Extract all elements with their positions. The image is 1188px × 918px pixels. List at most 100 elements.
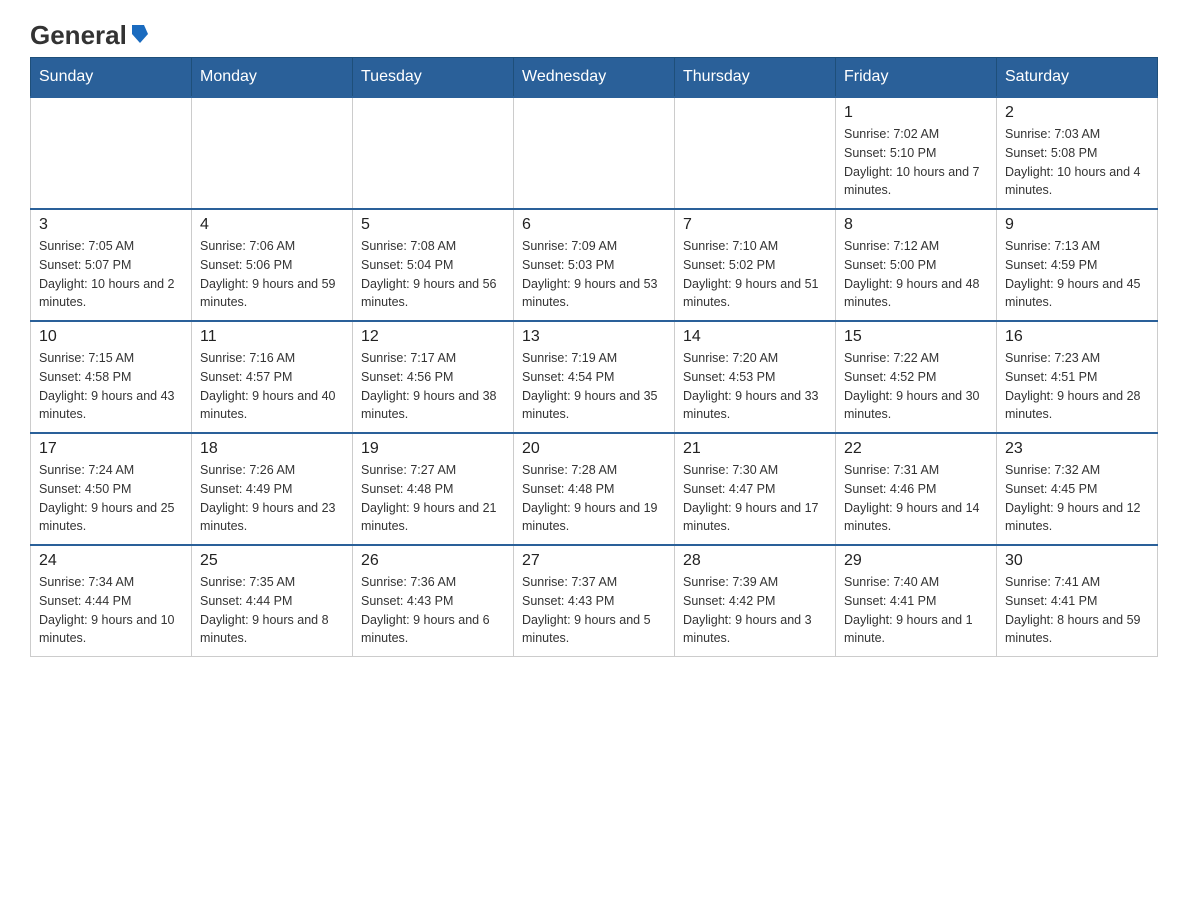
calendar-cell: 21 Sunrise: 7:30 AMSunset: 4:47 PMDayligh… bbox=[675, 433, 836, 545]
calendar-cell: 3 Sunrise: 7:05 AMSunset: 5:07 PMDaylight… bbox=[31, 209, 192, 321]
day-number: 5 bbox=[361, 216, 505, 234]
day-number: 7 bbox=[683, 216, 827, 234]
day-number: 11 bbox=[200, 328, 344, 346]
column-header-thursday: Thursday bbox=[675, 58, 836, 98]
calendar-cell bbox=[31, 97, 192, 209]
day-info: Sunrise: 7:34 AMSunset: 4:44 PMDaylight:… bbox=[39, 573, 183, 648]
calendar-week-row: 1 Sunrise: 7:02 AMSunset: 5:10 PMDaylight… bbox=[31, 97, 1158, 209]
calendar-cell: 18 Sunrise: 7:26 AMSunset: 4:49 PMDayligh… bbox=[192, 433, 353, 545]
day-number: 30 bbox=[1005, 552, 1149, 570]
day-number: 2 bbox=[1005, 104, 1149, 122]
day-number: 15 bbox=[844, 328, 988, 346]
day-number: 18 bbox=[200, 440, 344, 458]
column-header-saturday: Saturday bbox=[997, 58, 1158, 98]
day-info: Sunrise: 7:39 AMSunset: 4:42 PMDaylight:… bbox=[683, 573, 827, 648]
day-info: Sunrise: 7:02 AMSunset: 5:10 PMDaylight:… bbox=[844, 125, 988, 200]
calendar-cell: 10 Sunrise: 7:15 AMSunset: 4:58 PMDayligh… bbox=[31, 321, 192, 433]
day-number: 24 bbox=[39, 552, 183, 570]
calendar-cell: 15 Sunrise: 7:22 AMSunset: 4:52 PMDayligh… bbox=[836, 321, 997, 433]
calendar-cell: 5Sunrise: 7:08 AMSunset: 5:04 PMDaylight… bbox=[353, 209, 514, 321]
calendar-cell: 14 Sunrise: 7:20 AMSunset: 4:53 PMDayligh… bbox=[675, 321, 836, 433]
calendar-cell bbox=[675, 97, 836, 209]
calendar-table: SundayMondayTuesdayWednesdayThursdayFrid… bbox=[30, 57, 1158, 657]
day-info: Sunrise: 7:36 AMSunset: 4:43 PMDaylight:… bbox=[361, 573, 505, 648]
day-info: Sunrise: 7:19 AMSunset: 4:54 PMDaylight:… bbox=[522, 349, 666, 424]
day-number: 6 bbox=[522, 216, 666, 234]
day-number: 10 bbox=[39, 328, 183, 346]
day-info: Sunrise: 7:26 AMSunset: 4:49 PMDaylight:… bbox=[200, 461, 344, 536]
logo-line1: General bbox=[30, 20, 151, 51]
day-number: 21 bbox=[683, 440, 827, 458]
column-header-wednesday: Wednesday bbox=[514, 58, 675, 98]
calendar-cell: 23 Sunrise: 7:32 AMSunset: 4:45 PMDayligh… bbox=[997, 433, 1158, 545]
day-number: 25 bbox=[200, 552, 344, 570]
day-number: 8 bbox=[844, 216, 988, 234]
day-info: Sunrise: 7:23 AMSunset: 4:51 PMDaylight:… bbox=[1005, 349, 1149, 424]
calendar-cell bbox=[514, 97, 675, 209]
day-info: Sunrise: 7:10 AMSunset: 5:02 PMDaylight:… bbox=[683, 237, 827, 312]
calendar-cell bbox=[353, 97, 514, 209]
column-header-sunday: Sunday bbox=[31, 58, 192, 98]
column-header-friday: Friday bbox=[836, 58, 997, 98]
calendar-cell: 8 Sunrise: 7:12 AMSunset: 5:00 PMDaylight… bbox=[836, 209, 997, 321]
day-info: Sunrise: 7:16 AMSunset: 4:57 PMDaylight:… bbox=[200, 349, 344, 424]
day-number: 14 bbox=[683, 328, 827, 346]
day-info: Sunrise: 7:03 AMSunset: 5:08 PMDaylight:… bbox=[1005, 125, 1149, 200]
day-number: 17 bbox=[39, 440, 183, 458]
logo: General bbox=[30, 20, 151, 47]
day-info: Sunrise: 7:20 AMSunset: 4:53 PMDaylight:… bbox=[683, 349, 827, 424]
day-number: 13 bbox=[522, 328, 666, 346]
calendar-week-row: 3 Sunrise: 7:05 AMSunset: 5:07 PMDaylight… bbox=[31, 209, 1158, 321]
calendar-week-row: 17 Sunrise: 7:24 AMSunset: 4:50 PMDayligh… bbox=[31, 433, 1158, 545]
day-info: Sunrise: 7:13 AMSunset: 4:59 PMDaylight:… bbox=[1005, 237, 1149, 312]
day-number: 27 bbox=[522, 552, 666, 570]
calendar-cell: 27 Sunrise: 7:37 AMSunset: 4:43 PMDayligh… bbox=[514, 545, 675, 657]
calendar-cell: 29 Sunrise: 7:40 AMSunset: 4:41 PMDayligh… bbox=[836, 545, 997, 657]
calendar-cell: 11 Sunrise: 7:16 AMSunset: 4:57 PMDayligh… bbox=[192, 321, 353, 433]
calendar-cell: 4Sunrise: 7:06 AMSunset: 5:06 PMDaylight… bbox=[192, 209, 353, 321]
calendar-cell: 2 Sunrise: 7:03 AMSunset: 5:08 PMDaylight… bbox=[997, 97, 1158, 209]
day-info: Sunrise: 7:32 AMSunset: 4:45 PMDaylight:… bbox=[1005, 461, 1149, 536]
calendar-cell: 20Sunrise: 7:28 AMSunset: 4:48 PMDayligh… bbox=[514, 433, 675, 545]
calendar-week-row: 24 Sunrise: 7:34 AMSunset: 4:44 PMDayligh… bbox=[31, 545, 1158, 657]
day-info: Sunrise: 7:28 AMSunset: 4:48 PMDaylight:… bbox=[522, 461, 666, 536]
column-header-monday: Monday bbox=[192, 58, 353, 98]
day-info: Sunrise: 7:37 AMSunset: 4:43 PMDaylight:… bbox=[522, 573, 666, 648]
day-number: 16 bbox=[1005, 328, 1149, 346]
calendar-cell: 28Sunrise: 7:39 AMSunset: 4:42 PMDayligh… bbox=[675, 545, 836, 657]
calendar-cell: 17 Sunrise: 7:24 AMSunset: 4:50 PMDayligh… bbox=[31, 433, 192, 545]
logo-general-text: General bbox=[30, 20, 127, 51]
day-info: Sunrise: 7:15 AMSunset: 4:58 PMDaylight:… bbox=[39, 349, 183, 424]
calendar-cell: 12Sunrise: 7:17 AMSunset: 4:56 PMDayligh… bbox=[353, 321, 514, 433]
day-number: 26 bbox=[361, 552, 505, 570]
day-number: 12 bbox=[361, 328, 505, 346]
calendar-week-row: 10 Sunrise: 7:15 AMSunset: 4:58 PMDayligh… bbox=[31, 321, 1158, 433]
calendar-cell: 26 Sunrise: 7:36 AMSunset: 4:43 PMDayligh… bbox=[353, 545, 514, 657]
logo-arrow-icon bbox=[129, 23, 151, 45]
calendar-cell: 30Sunrise: 7:41 AMSunset: 4:41 PMDayligh… bbox=[997, 545, 1158, 657]
calendar-cell: 22Sunrise: 7:31 AMSunset: 4:46 PMDayligh… bbox=[836, 433, 997, 545]
page-header: General bbox=[30, 20, 1158, 47]
calendar-cell: 13 Sunrise: 7:19 AMSunset: 4:54 PMDayligh… bbox=[514, 321, 675, 433]
day-number: 4 bbox=[200, 216, 344, 234]
column-header-tuesday: Tuesday bbox=[353, 58, 514, 98]
day-info: Sunrise: 7:30 AMSunset: 4:47 PMDaylight:… bbox=[683, 461, 827, 536]
day-number: 29 bbox=[844, 552, 988, 570]
day-info: Sunrise: 7:05 AMSunset: 5:07 PMDaylight:… bbox=[39, 237, 183, 312]
calendar-cell: 1 Sunrise: 7:02 AMSunset: 5:10 PMDaylight… bbox=[836, 97, 997, 209]
day-info: Sunrise: 7:24 AMSunset: 4:50 PMDaylight:… bbox=[39, 461, 183, 536]
calendar-cell: 16 Sunrise: 7:23 AMSunset: 4:51 PMDayligh… bbox=[997, 321, 1158, 433]
day-number: 23 bbox=[1005, 440, 1149, 458]
day-info: Sunrise: 7:12 AMSunset: 5:00 PMDaylight:… bbox=[844, 237, 988, 312]
day-info: Sunrise: 7:40 AMSunset: 4:41 PMDaylight:… bbox=[844, 573, 988, 648]
calendar-cell: 19 Sunrise: 7:27 AMSunset: 4:48 PMDayligh… bbox=[353, 433, 514, 545]
day-info: Sunrise: 7:22 AMSunset: 4:52 PMDaylight:… bbox=[844, 349, 988, 424]
day-number: 3 bbox=[39, 216, 183, 234]
day-info: Sunrise: 7:35 AMSunset: 4:44 PMDaylight:… bbox=[200, 573, 344, 648]
day-number: 22 bbox=[844, 440, 988, 458]
day-number: 1 bbox=[844, 104, 988, 122]
calendar-header-row: SundayMondayTuesdayWednesdayThursdayFrid… bbox=[31, 58, 1158, 98]
day-number: 19 bbox=[361, 440, 505, 458]
calendar-cell: 6Sunrise: 7:09 AMSunset: 5:03 PMDaylight… bbox=[514, 209, 675, 321]
day-info: Sunrise: 7:27 AMSunset: 4:48 PMDaylight:… bbox=[361, 461, 505, 536]
